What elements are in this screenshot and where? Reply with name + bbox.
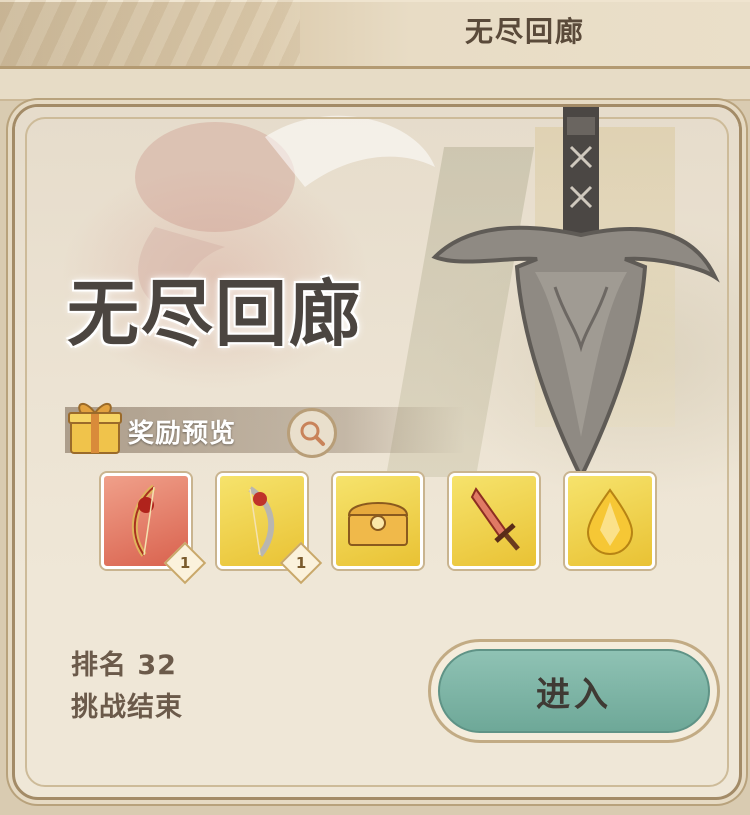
reward-item[interactable] [449,473,539,569]
amber-crystal-icon [586,488,634,555]
reward-item[interactable]: 1 [101,473,207,585]
top-header-bar: 无尽回廊 [0,0,750,69]
card-title: 无尽回廊 [67,272,364,356]
enter-button-label: 进入 [438,649,710,733]
dagger-icon [470,487,520,551]
gift-box-icon [68,403,122,454]
endless-corridor-card[interactable]: 无尽回廊 奖励预览 1 1 排名 32 挑战结束 进入 [12,104,742,800]
header-underline-strip [0,69,750,101]
magnifier-icon [300,421,325,446]
reward-item[interactable]: 1 [217,473,323,585]
reward-preview-magnifier-button[interactable] [287,408,337,458]
reward-item[interactable] [333,473,423,569]
red-bow-item-icon [131,484,156,557]
enter-button[interactable]: 进入 [428,639,720,743]
header-title: 无尽回廊 [464,15,585,48]
challenge-status-text: 挑战结束 [71,692,183,723]
reward-preview-bar [65,407,465,453]
reward-preview-label: 奖励预览 [128,419,237,449]
treasure-chest-icon [347,502,409,546]
silver-bow-item-icon [248,486,275,557]
rank-text: 排名 32 [71,650,177,681]
reward-item[interactable] [565,473,655,569]
